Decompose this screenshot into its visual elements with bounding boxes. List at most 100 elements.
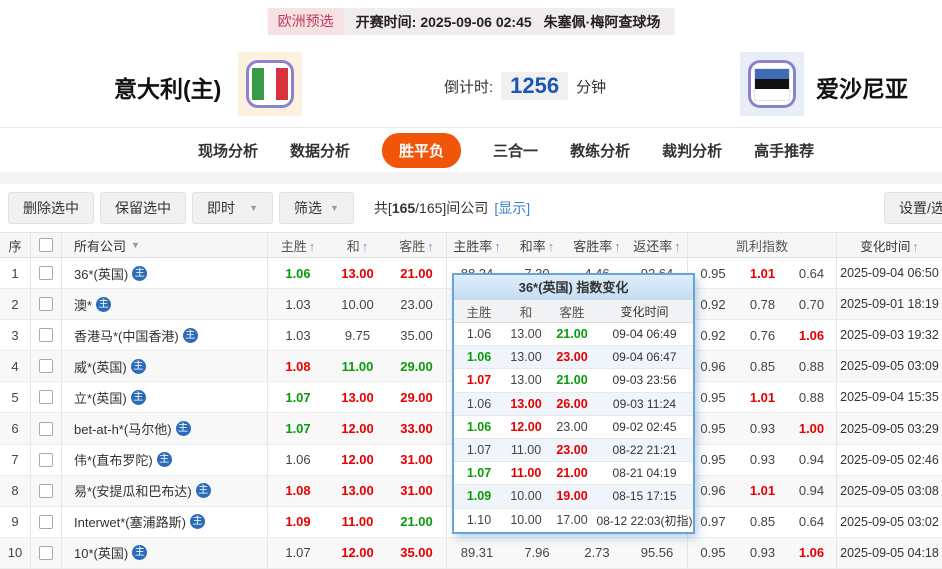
popup-row: 1.06 13.00 21.00 09-04 06:49 [454,323,693,346]
header-return-rate[interactable]: 返还率↑ [627,236,687,255]
kelly-home: 0.95 [688,452,738,467]
company-name: 香港马*(中国香港) [74,326,179,345]
popup-row: 1.06 13.00 23.00 09-04 06:47 [454,346,693,369]
company-cell[interactable]: 10*(英国) 主 [62,538,268,568]
row-number: 4 [0,351,31,381]
away-odds: 35.00 [387,545,446,560]
row-select[interactable] [31,445,62,475]
home-odds: 1.08 [268,483,328,498]
row-select[interactable] [31,507,62,537]
checkbox-icon[interactable] [39,390,53,404]
row-select[interactable] [31,538,62,568]
home-odds: 1.07 [268,390,328,405]
kelly-away: 0.94 [787,483,836,498]
sort-asc-icon: ↑ [674,239,681,254]
company-cell[interactable]: 36*(英国) 主 [62,258,268,288]
checkbox-icon[interactable] [39,297,53,311]
header-draw-rate[interactable]: 和率↑ [507,236,567,255]
nav-tab[interactable]: 现场分析 [198,140,258,161]
live-odds-dropdown[interactable]: 即时 ▼ [192,192,273,224]
header-draw-odds[interactable]: 和↑ [328,236,387,255]
away-odds: 35.00 [387,328,446,343]
company-cell[interactable]: 伟*(直布罗陀) 主 [62,445,268,475]
hist-change-time: 08-15 17:15 [596,489,693,503]
checkbox-icon[interactable] [39,422,53,436]
kelly-home: 0.92 [688,297,738,312]
header-change-time[interactable]: 变化时间↑ [837,236,942,255]
kelly-cells: 0.95 0.93 0.94 [688,445,837,475]
kelly-cells: 0.95 1.01 0.64 [688,258,837,288]
company-name: 10*(英国) [74,543,128,562]
filter-dropdown[interactable]: 筛选 ▼ [279,192,354,224]
sort-asc-icon: ↑ [614,239,621,254]
row-select[interactable] [31,289,62,319]
checkbox-icon[interactable] [39,359,53,373]
keep-selected-button[interactable]: 保留选中 [100,192,186,224]
home-team-flag [238,52,302,116]
sort-asc-icon: ↑ [912,240,918,254]
header-away-rate[interactable]: 客胜率↑ [567,236,627,255]
company-cell[interactable]: 立*(英国) 主 [62,382,268,412]
hist-change-time: 09-02 02:45 [596,420,693,434]
nav-tab[interactable]: 三合一 [493,140,538,161]
kickoff-time: 2025-09-06 02:45 [420,14,531,30]
header-home-odds[interactable]: 主胜↑ [268,236,328,255]
header-rates-group: 主胜率↑ 和率↑ 客胜率↑ 返还率↑ [447,233,688,257]
company-cell[interactable]: 澳* 主 [62,289,268,319]
hist-home-odds: 1.06 [454,327,504,341]
match-info-bar: 欧洲预选 开赛时间: 2025-09-06 02:45 朱塞佩·梅阿查球场 [268,8,675,35]
company-cell[interactable]: Interwet*(塞浦路斯) 主 [62,507,268,537]
row-select[interactable] [31,413,62,443]
header-select-all[interactable] [31,233,62,257]
popup-row: 1.07 11.00 23.00 08-22 21:21 [454,439,693,462]
odds-cells: 1.09 11.00 21.00 [268,507,447,537]
checkbox-icon[interactable] [39,515,53,529]
checkbox-icon[interactable] [39,238,53,252]
change-time: 2025-09-03 19:32 [837,328,942,342]
checkbox-icon[interactable] [39,266,53,280]
draw-odds: 11.00 [328,514,387,529]
checkbox-icon[interactable] [39,546,53,560]
delete-selected-button[interactable]: 删除选中 [8,192,94,224]
company-cell[interactable]: 香港马*(中国香港) 主 [62,320,268,350]
header-home-rate[interactable]: 主胜率↑ [447,236,507,255]
main-company-badge-icon: 主 [96,297,111,312]
nav-tab[interactable]: 数据分析 [290,140,350,161]
hist-draw-odds: 12.00 [504,420,548,434]
show-link[interactable]: [显示] [494,198,530,218]
nav-tab[interactable]: 胜平负 [382,133,461,168]
kelly-draw: 0.78 [738,297,787,312]
hist-home-odds: 1.07 [454,443,504,457]
checkbox-icon[interactable] [39,453,53,467]
checkbox-icon[interactable] [39,484,53,498]
company-name: bet-at-h*(马尔他) [74,419,172,438]
header-company[interactable]: 所有公司 ▼ [62,233,268,257]
home-team-name: 意大利(主) [114,70,221,104]
kelly-cells: 0.92 0.76 1.06 [688,320,837,350]
nav-tab[interactable]: 教练分析 [570,140,630,161]
company-cell[interactable]: 威*(英国) 主 [62,351,268,381]
kelly-away: 0.94 [787,452,836,467]
nav-tab[interactable]: 高手推荐 [754,140,814,161]
row-select[interactable] [31,258,62,288]
checkbox-icon[interactable] [39,328,53,342]
draw-odds: 12.00 [328,452,387,467]
header-away-odds[interactable]: 客胜↑ [387,236,446,255]
kelly-away: 0.64 [787,514,836,529]
company-cell[interactable]: bet-at-h*(马尔他) 主 [62,413,268,443]
row-select[interactable] [31,351,62,381]
row-select[interactable] [31,476,62,506]
row-select[interactable] [31,320,62,350]
hist-away-odds: 23.00 [548,420,596,434]
kelly-cells: 0.95 0.93 1.00 [688,413,837,443]
company-name: 威*(英国) [74,357,127,376]
row-select[interactable] [31,382,62,412]
venue-name: 朱塞佩·梅阿查球场 [544,12,661,32]
hist-home-odds: 1.06 [454,350,504,364]
nav-tab[interactable]: 裁判分析 [662,140,722,161]
settings-select-button[interactable]: 设置/选择 [884,192,942,224]
home-odds: 1.03 [268,328,328,343]
odds-cells: 1.06 13.00 21.00 [268,258,447,288]
change-time: 2025-09-05 03:09 [837,359,942,373]
company-cell[interactable]: 易*(安提瓜和巴布达) 主 [62,476,268,506]
